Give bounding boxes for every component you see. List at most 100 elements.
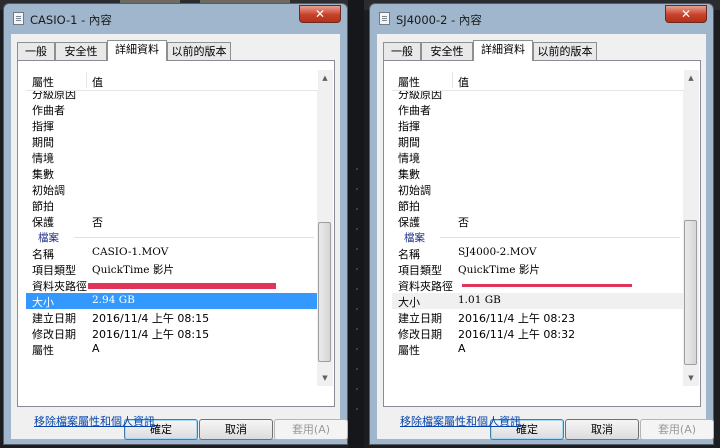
property-label: 資料夾路徑 xyxy=(398,280,453,293)
list-header: 屬性 值 xyxy=(392,70,684,91)
tab-previous-versions[interactable]: 以前的版本 xyxy=(533,42,597,60)
property-value: 2016/11/4 上午 08:23 xyxy=(458,312,576,325)
property-row[interactable]: 期間 xyxy=(392,133,684,149)
background-pattern xyxy=(356,150,358,410)
property-row[interactable]: 集數 xyxy=(26,165,318,181)
property-list[interactable]: 分級原因 作曲者 指揮 期間 情境 集數 初始調 節拍 保護否檔案 名稱 SJ4000-2.MOV 項… xyxy=(392,70,684,386)
properties-dialog-sj4000: SJ4000-2 - 內容 ✕ 一般 安全性 詳細資料 以前的版本 分級原因 作曲… xyxy=(369,3,714,445)
property-row[interactable]: 保護 否 xyxy=(26,213,318,229)
close-button[interactable]: ✕ xyxy=(299,5,341,23)
property-label: 節拍 xyxy=(398,200,420,213)
scroll-thumb[interactable] xyxy=(318,222,331,362)
property-row[interactable]: 項目類型 QuickTime 影片 xyxy=(26,261,318,277)
column-header-value[interactable]: 值 xyxy=(458,74,469,90)
title-bar[interactable]: CASIO-1 - 內容 ✕ xyxy=(4,4,347,34)
tab-security[interactable]: 安全性 xyxy=(55,42,107,60)
property-label: 大小 xyxy=(32,296,54,309)
property-row[interactable]: 指揮 xyxy=(392,117,684,133)
property-row[interactable]: 修改日期 2016/11/4 上午 08:15 xyxy=(26,325,318,341)
property-row[interactable]: 集數 xyxy=(392,165,684,181)
title-bar[interactable]: SJ4000-2 - 內容 ✕ xyxy=(370,4,713,34)
property-label: 名稱 xyxy=(32,248,54,261)
document-icon xyxy=(379,12,390,25)
property-row[interactable]: 保護 否 xyxy=(392,213,684,229)
property-label: 節拍 xyxy=(32,200,54,213)
property-value: 2016/11/4 上午 08:32 xyxy=(458,328,576,341)
property-row[interactable]: 作曲者 xyxy=(392,101,684,117)
property-label: 集數 xyxy=(32,168,54,181)
group-label: 檔案 xyxy=(38,232,59,244)
property-row[interactable]: 節拍 xyxy=(392,197,684,213)
close-button[interactable]: ✕ xyxy=(665,5,707,23)
group-header[interactable]: 檔案 xyxy=(26,229,318,245)
document-icon xyxy=(13,12,24,25)
property-label: 資料夾路徑 xyxy=(32,280,87,293)
scroll-down-icon[interactable]: ▼ xyxy=(318,370,332,386)
window-title: CASIO-1 - 內容 xyxy=(30,13,112,27)
property-value: 1.01 GB xyxy=(458,294,501,306)
column-separator[interactable] xyxy=(86,72,87,88)
property-row[interactable]: 指揮 xyxy=(26,117,318,133)
property-row[interactable]: 情境 xyxy=(392,149,684,165)
group-rule xyxy=(74,237,314,238)
column-separator[interactable] xyxy=(452,72,453,88)
column-header-property[interactable]: 屬性 xyxy=(398,74,420,90)
vertical-scrollbar[interactable]: ▲ ▼ xyxy=(317,70,333,386)
property-row[interactable]: 修改日期 2016/11/4 上午 08:32 xyxy=(392,325,684,341)
property-row[interactable]: 項目類型 QuickTime 影片 xyxy=(392,261,684,277)
property-row[interactable]: 名稱 CASIO-1.MOV xyxy=(26,245,318,261)
tab-details[interactable]: 詳細資料 xyxy=(107,40,167,61)
property-row[interactable]: 情境 xyxy=(26,149,318,165)
scroll-up-icon[interactable]: ▲ xyxy=(684,70,698,86)
property-row[interactable]: 大小 2.94 GB xyxy=(26,293,318,309)
property-row[interactable]: 名稱 SJ4000-2.MOV xyxy=(392,245,684,261)
cancel-button[interactable]: 取消 xyxy=(199,419,273,440)
redaction-bar xyxy=(88,283,276,289)
details-panel: 分級原因 作曲者 指揮 期間 情境 集數 初始調 節拍 保護否檔案 名稱 CASIO-1.MOV 項目… xyxy=(17,60,335,428)
property-label: 保護 xyxy=(398,216,420,229)
tab-previous-versions[interactable]: 以前的版本 xyxy=(167,42,231,60)
property-row[interactable]: 初始調 xyxy=(26,181,318,197)
property-label: 建立日期 xyxy=(398,312,442,325)
property-row[interactable]: 屬性 A xyxy=(392,341,684,357)
property-label: 初始調 xyxy=(398,184,431,197)
property-value: 否 xyxy=(458,216,469,229)
property-row[interactable]: 建立日期 2016/11/4 上午 08:23 xyxy=(392,309,684,325)
property-label: 情境 xyxy=(32,152,54,165)
property-row[interactable]: 期間 xyxy=(26,133,318,149)
property-row[interactable]: 屬性 A xyxy=(26,341,318,357)
group-header[interactable]: 檔案 xyxy=(392,229,684,245)
scroll-thumb[interactable] xyxy=(684,220,697,365)
property-label: 期間 xyxy=(32,136,54,149)
remove-properties-link[interactable]: 移除檔案屬性和個人資訊 xyxy=(34,413,155,429)
tab-security[interactable]: 安全性 xyxy=(421,42,473,60)
property-label: 作曲者 xyxy=(398,104,431,117)
property-label: 名稱 xyxy=(398,248,420,261)
property-row[interactable]: 節拍 xyxy=(26,197,318,213)
property-value: QuickTime 影片 xyxy=(92,264,174,276)
property-list[interactable]: 分級原因 作曲者 指揮 期間 情境 集數 初始調 節拍 保護否檔案 名稱 CASIO-1.MOV 項目… xyxy=(26,70,318,386)
column-header-property[interactable]: 屬性 xyxy=(32,74,54,90)
scroll-up-icon[interactable]: ▲ xyxy=(318,70,332,86)
property-row[interactable]: 資料夾路徑 xyxy=(392,277,684,293)
property-row[interactable]: 初始調 xyxy=(392,181,684,197)
tab-general[interactable]: 一般 xyxy=(17,42,55,60)
cancel-button[interactable]: 取消 xyxy=(565,419,639,440)
scroll-down-icon[interactable]: ▼ xyxy=(684,370,698,386)
property-row[interactable]: 大小 1.01 GB xyxy=(392,293,684,309)
tab-general[interactable]: 一般 xyxy=(383,42,421,60)
property-row[interactable]: 建立日期 2016/11/4 上午 08:15 xyxy=(26,309,318,325)
tab-details[interactable]: 詳細資料 xyxy=(473,40,533,61)
property-label: 指揮 xyxy=(32,120,54,133)
column-header-value[interactable]: 值 xyxy=(92,74,103,90)
property-label: 集數 xyxy=(398,168,420,181)
apply-button[interactable]: 套用(A) xyxy=(640,419,714,440)
remove-properties-link[interactable]: 移除檔案屬性和個人資訊 xyxy=(400,413,521,429)
property-label: 大小 xyxy=(398,296,420,309)
property-row[interactable]: 資料夾路徑 xyxy=(26,277,318,293)
group-rule xyxy=(440,237,680,238)
property-row[interactable]: 作曲者 xyxy=(26,101,318,117)
apply-button[interactable]: 套用(A) xyxy=(274,419,348,440)
vertical-scrollbar[interactable]: ▲ ▼ xyxy=(683,70,699,386)
property-label: 保護 xyxy=(32,216,54,229)
